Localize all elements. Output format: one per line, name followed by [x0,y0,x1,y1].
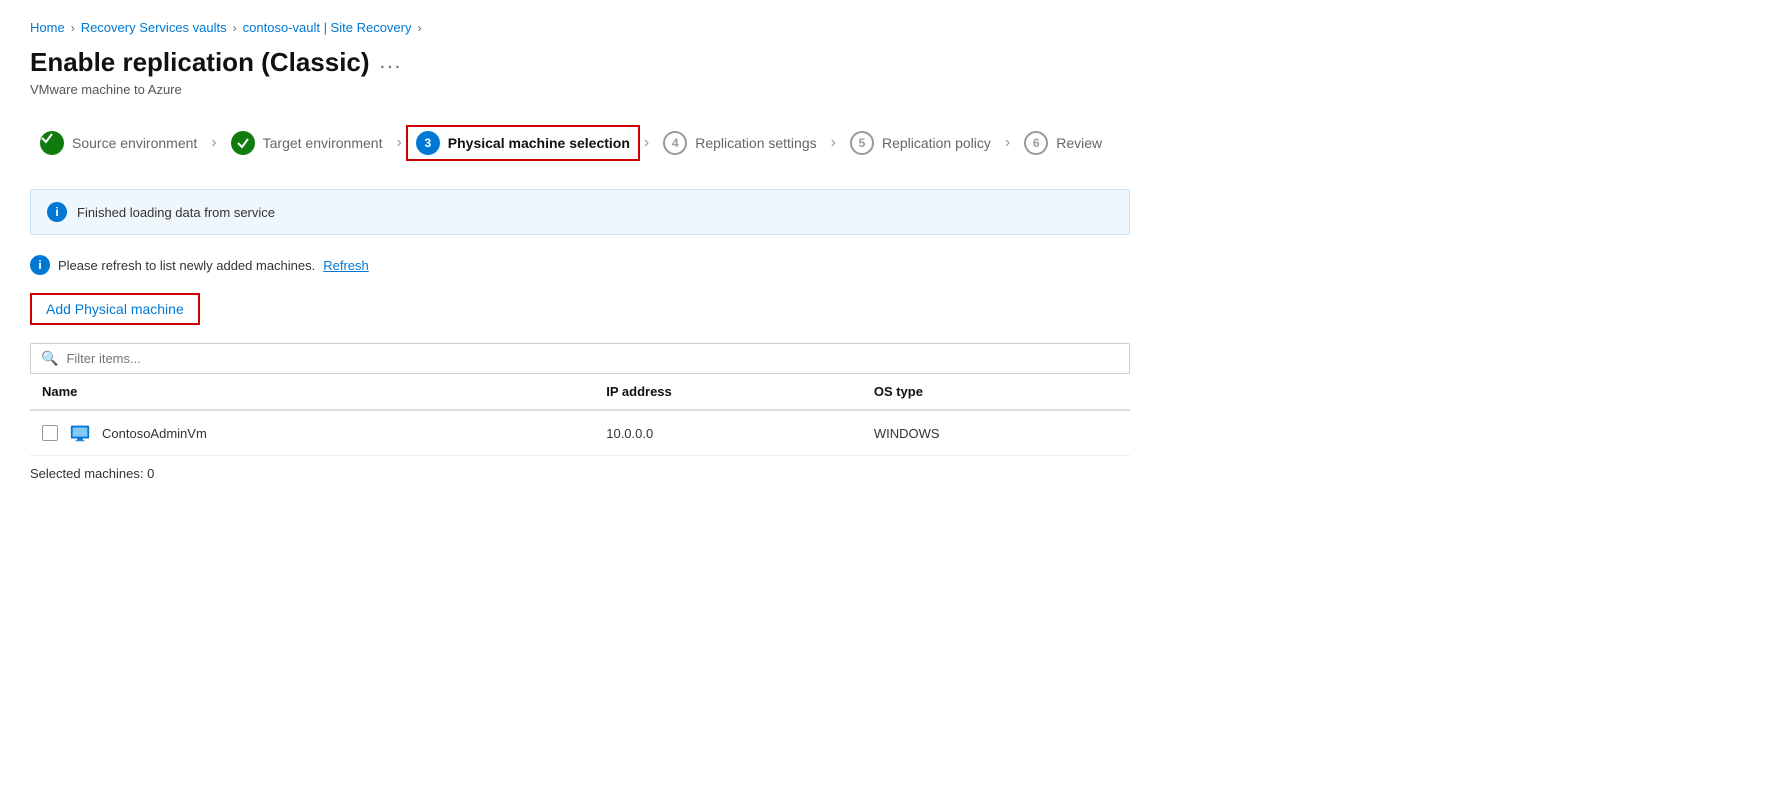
step-4-label: Replication settings [695,135,816,151]
title-row: Enable replication (Classic) ... [30,47,1746,78]
step-sep-4: › [831,134,836,152]
step-review[interactable]: 6 Review [1014,125,1112,161]
step-5-label: Replication policy [882,135,991,151]
step-2-label: Target environment [263,135,383,151]
refresh-notice: i Please refresh to list newly added mac… [30,255,1746,275]
step-5-badge: 5 [850,131,874,155]
step-3-label: Physical machine selection [448,135,630,151]
step-2-badge [231,131,255,155]
step-6-badge: 6 [1024,131,1048,155]
machine-checkbox-0[interactable] [42,425,58,441]
step-sep-1: › [211,134,216,152]
filter-row: 🔍 [30,343,1130,374]
step-1-label: Source environment [72,135,197,151]
more-options-button[interactable]: ... [380,51,403,74]
info-banner-message: Finished loading data from service [77,205,275,220]
main-page: Home › Recovery Services vaults › contos… [0,0,1776,501]
step-target-environment[interactable]: Target environment [221,125,393,161]
add-physical-machine-button[interactable]: Add Physical machine [30,293,200,325]
stepper: Source environment › Target environment … [30,125,1746,161]
breadcrumb-sep-1: › [71,21,75,35]
table-header-row: Name IP address OS type [30,374,1130,410]
breadcrumb-sep-3: › [417,21,421,35]
breadcrumb: Home › Recovery Services vaults › contos… [30,20,1746,35]
step-source-environment[interactable]: Source environment [30,125,207,161]
breadcrumb-home[interactable]: Home [30,20,65,35]
selected-machines-count: Selected machines: 0 [30,466,1130,481]
info-icon: i [47,202,67,222]
info-banner: i Finished loading data from service [30,189,1130,235]
table-cell-name: ContosoAdminVm [30,410,594,456]
step-replication-policy[interactable]: 5 Replication policy [840,125,1001,161]
col-header-name: Name [30,374,594,410]
vm-icon-0 [68,421,92,445]
step-4-badge: 4 [663,131,687,155]
filter-search-icon: 🔍 [41,350,58,367]
refresh-link[interactable]: Refresh [323,258,369,273]
step-sep-3: › [644,134,649,152]
breadcrumb-sep-2: › [233,21,237,35]
refresh-notice-text: Please refresh to list newly added machi… [58,258,315,273]
page-title: Enable replication (Classic) [30,47,370,78]
breadcrumb-recovery-vaults[interactable]: Recovery Services vaults [81,20,227,35]
step-sep-2: › [396,134,401,152]
step-replication-settings[interactable]: 4 Replication settings [653,125,826,161]
step-sep-5: › [1005,134,1010,152]
machine-name-0: ContosoAdminVm [102,426,207,441]
refresh-info-icon: i [30,255,50,275]
page-subtitle: VMware machine to Azure [30,82,1746,97]
step-physical-machine-selection[interactable]: 3 Physical machine selection [406,125,640,161]
col-header-ip: IP address [594,374,862,410]
table-cell-os-0: WINDOWS [862,410,1130,456]
filter-input[interactable] [66,351,1119,366]
table-cell-ip-0: 10.0.0.0 [594,410,862,456]
table-row: ContosoAdminVm 10.0.0.0 WINDOWS [30,410,1130,456]
col-header-os: OS type [862,374,1130,410]
step-3-badge: 3 [416,131,440,155]
step-6-label: Review [1056,135,1102,151]
breadcrumb-contoso-vault[interactable]: contoso-vault | Site Recovery [243,20,412,35]
machine-table: Name IP address OS type [30,374,1130,456]
step-1-badge [40,131,64,155]
